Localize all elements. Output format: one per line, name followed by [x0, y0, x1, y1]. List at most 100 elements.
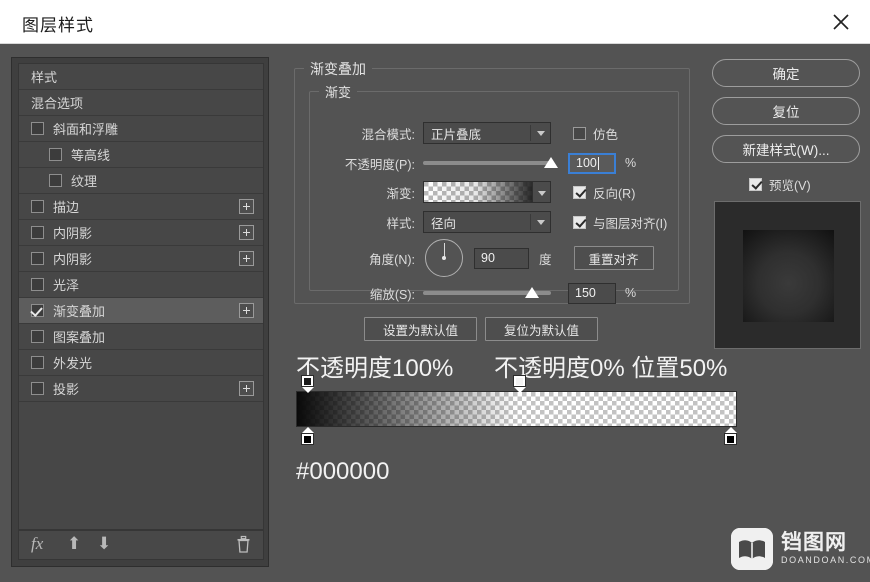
- reverse-label: 反向(R): [593, 186, 636, 201]
- fx-icon[interactable]: fx: [31, 534, 43, 554]
- sidebar-item-2[interactable]: 斜面和浮雕: [19, 116, 263, 142]
- sidebar-item-9[interactable]: 渐变叠加: [19, 298, 263, 324]
- reset-align-button[interactable]: 重置对齐: [573, 246, 654, 270]
- reset-button[interactable]: 复位: [712, 97, 860, 125]
- align-layer-checkbox-wrap[interactable]: 与图层对齐(I): [573, 213, 667, 232]
- angle-input[interactable]: 90: [474, 247, 529, 269]
- sidebar-item-label: 渐变叠加: [53, 304, 106, 319]
- opacity-stop-left-tip: [301, 387, 314, 393]
- sidebar-item-8[interactable]: 光泽: [19, 272, 263, 298]
- sidebar-item-checkbox[interactable]: [49, 148, 62, 161]
- sidebar-item-checkbox[interactable]: [31, 356, 44, 369]
- color-stop-right-swatch: [727, 436, 734, 443]
- gradient-swatch[interactable]: [423, 181, 551, 203]
- reset-default-button[interactable]: 复位为默认值: [485, 317, 598, 341]
- angle-dial[interactable]: [425, 239, 463, 277]
- style-label: 样式:: [386, 216, 415, 231]
- watermark-cn: 铛图网: [781, 531, 847, 554]
- add-effect-icon[interactable]: [239, 199, 254, 214]
- preview-checkbox-wrap[interactable]: 预览(V): [749, 175, 811, 194]
- add-effect-icon[interactable]: [239, 381, 254, 396]
- scale-input[interactable]: 150: [568, 282, 616, 304]
- add-effect-icon[interactable]: [239, 251, 254, 266]
- blend-mode-row: 混合模式: 正片叠底 仿色: [310, 122, 678, 144]
- trash-icon[interactable]: [236, 535, 251, 557]
- scale-slider-track: [423, 287, 551, 298]
- opacity-value: 100: [576, 156, 597, 170]
- dialog-actions: 确定 复位 新建样式(W)... 预览(V): [705, 55, 865, 570]
- opacity-unit: %: [625, 156, 637, 170]
- sidebar-item-label: 斜面和浮雕: [53, 122, 119, 137]
- add-effect-icon[interactable]: [239, 303, 254, 318]
- color-stop-right[interactable]: [724, 427, 737, 445]
- chevron-down-icon: [537, 220, 545, 225]
- arrow-down-icon[interactable]: ⬇: [97, 534, 111, 554]
- opacity-slider-track: [423, 157, 558, 168]
- reverse-checkbox[interactable]: [573, 185, 586, 199]
- sidebar-item-label: 内阴影: [53, 226, 93, 241]
- sidebar-item-checkbox[interactable]: [31, 330, 44, 343]
- scale-slider[interactable]: [423, 287, 551, 298]
- sidebar-item-11[interactable]: 外发光: [19, 350, 263, 376]
- sidebar-item-10[interactable]: 图案叠加: [19, 324, 263, 350]
- sidebar-item-checkbox[interactable]: [31, 122, 44, 135]
- sidebar-item-4[interactable]: 纹理: [19, 168, 263, 194]
- annotation-opacity-mid: 不透明度0% 位置50%: [494, 355, 728, 382]
- set-default-button[interactable]: 设置为默认值: [364, 317, 477, 341]
- sidebar-item-3[interactable]: 等高线: [19, 142, 263, 168]
- dither-checkbox-wrap[interactable]: 仿色: [573, 124, 618, 143]
- sidebar-item-label: 外发光: [53, 356, 93, 371]
- gradient-preset-chevron-icon[interactable]: [532, 181, 551, 203]
- blend-mode-dropdown[interactable]: 正片叠底: [423, 122, 551, 144]
- sidebar-item-checkbox[interactable]: [31, 304, 44, 317]
- opacity-input[interactable]: 100: [568, 152, 616, 174]
- arrow-up-icon[interactable]: ⬆: [67, 534, 81, 554]
- styles-sidebar: 样式 混合选项 斜面和浮雕 等高线 纹理 描边 内阴影 内阴影 光泽 渐变叠加 图案叠加 外发光 投影 …: [11, 57, 269, 567]
- gradient-row: 渐变: 反向(R): [310, 181, 678, 203]
- align-with-layer-label: 与图层对齐(I): [593, 216, 668, 231]
- sidebar-item-7[interactable]: 内阴影: [19, 246, 263, 272]
- align-with-layer-checkbox[interactable]: [573, 215, 586, 229]
- gradient-overlay-panel: 渐变叠加 渐变 混合模式: 正片叠底 仿色 不透明度(P): 100 % 渐变:…: [283, 55, 701, 570]
- sidebar-item-checkbox[interactable]: [31, 382, 44, 395]
- opacity-slider-thumb[interactable]: [544, 157, 558, 168]
- sidebar-item-checkbox[interactable]: [31, 200, 44, 213]
- style-list[interactable]: 样式 混合选项 斜面和浮雕 等高线 纹理 描边 内阴影 内阴影 光泽 渐变叠加 图案叠加 外发光 投影: [18, 63, 264, 530]
- dropdown-separator: [530, 214, 531, 230]
- dither-label: 仿色: [593, 127, 619, 142]
- sidebar-item-6[interactable]: 内阴影: [19, 220, 263, 246]
- preview-checkbox[interactable]: [749, 178, 762, 191]
- ok-button[interactable]: 确定: [712, 59, 860, 87]
- dither-checkbox[interactable]: [573, 126, 586, 140]
- sidebar-item-5[interactable]: 描边: [19, 194, 263, 220]
- reverse-checkbox-wrap[interactable]: 反向(R): [573, 183, 635, 202]
- new-style-button[interactable]: 新建样式(W)...: [712, 135, 860, 163]
- style-row: 样式: 径向 与图层对齐(I): [310, 211, 678, 233]
- angle-row: 角度(N): 90 度 重置对齐: [310, 238, 678, 278]
- opacity-stop-mid[interactable]: [513, 375, 526, 393]
- angle-value: 90: [481, 251, 495, 265]
- sidebar-item-label: 光泽: [53, 278, 80, 293]
- subgroup-title: 渐变: [319, 82, 358, 101]
- sidebar-item-0[interactable]: 样式: [19, 64, 263, 90]
- color-stop-left[interactable]: [301, 427, 314, 445]
- sidebar-item-label: 描边: [53, 200, 80, 215]
- gradient-editor-bar[interactable]: [296, 391, 737, 427]
- opacity-stop-left-body: [301, 375, 314, 387]
- sidebar-item-1[interactable]: 混合选项: [19, 90, 263, 116]
- opacity-stop-left[interactable]: [301, 375, 314, 393]
- scale-slider-thumb[interactable]: [524, 287, 539, 298]
- sidebar-item-checkbox[interactable]: [49, 174, 62, 187]
- sidebar-toolbar: fx ⬆ ⬇: [18, 530, 264, 560]
- sidebar-item-checkbox[interactable]: [31, 226, 44, 239]
- sidebar-item-checkbox[interactable]: [31, 252, 44, 265]
- chevron-down-icon: [537, 131, 545, 136]
- close-icon[interactable]: [826, 8, 856, 36]
- opacity-slider[interactable]: [423, 157, 558, 168]
- sidebar-item-12[interactable]: 投影: [19, 376, 263, 402]
- add-effect-icon[interactable]: [239, 225, 254, 240]
- style-dropdown[interactable]: 径向: [423, 211, 551, 233]
- text-caret: [597, 156, 599, 170]
- sidebar-item-checkbox[interactable]: [31, 278, 44, 291]
- sidebar-item-label: 等高线: [71, 148, 111, 163]
